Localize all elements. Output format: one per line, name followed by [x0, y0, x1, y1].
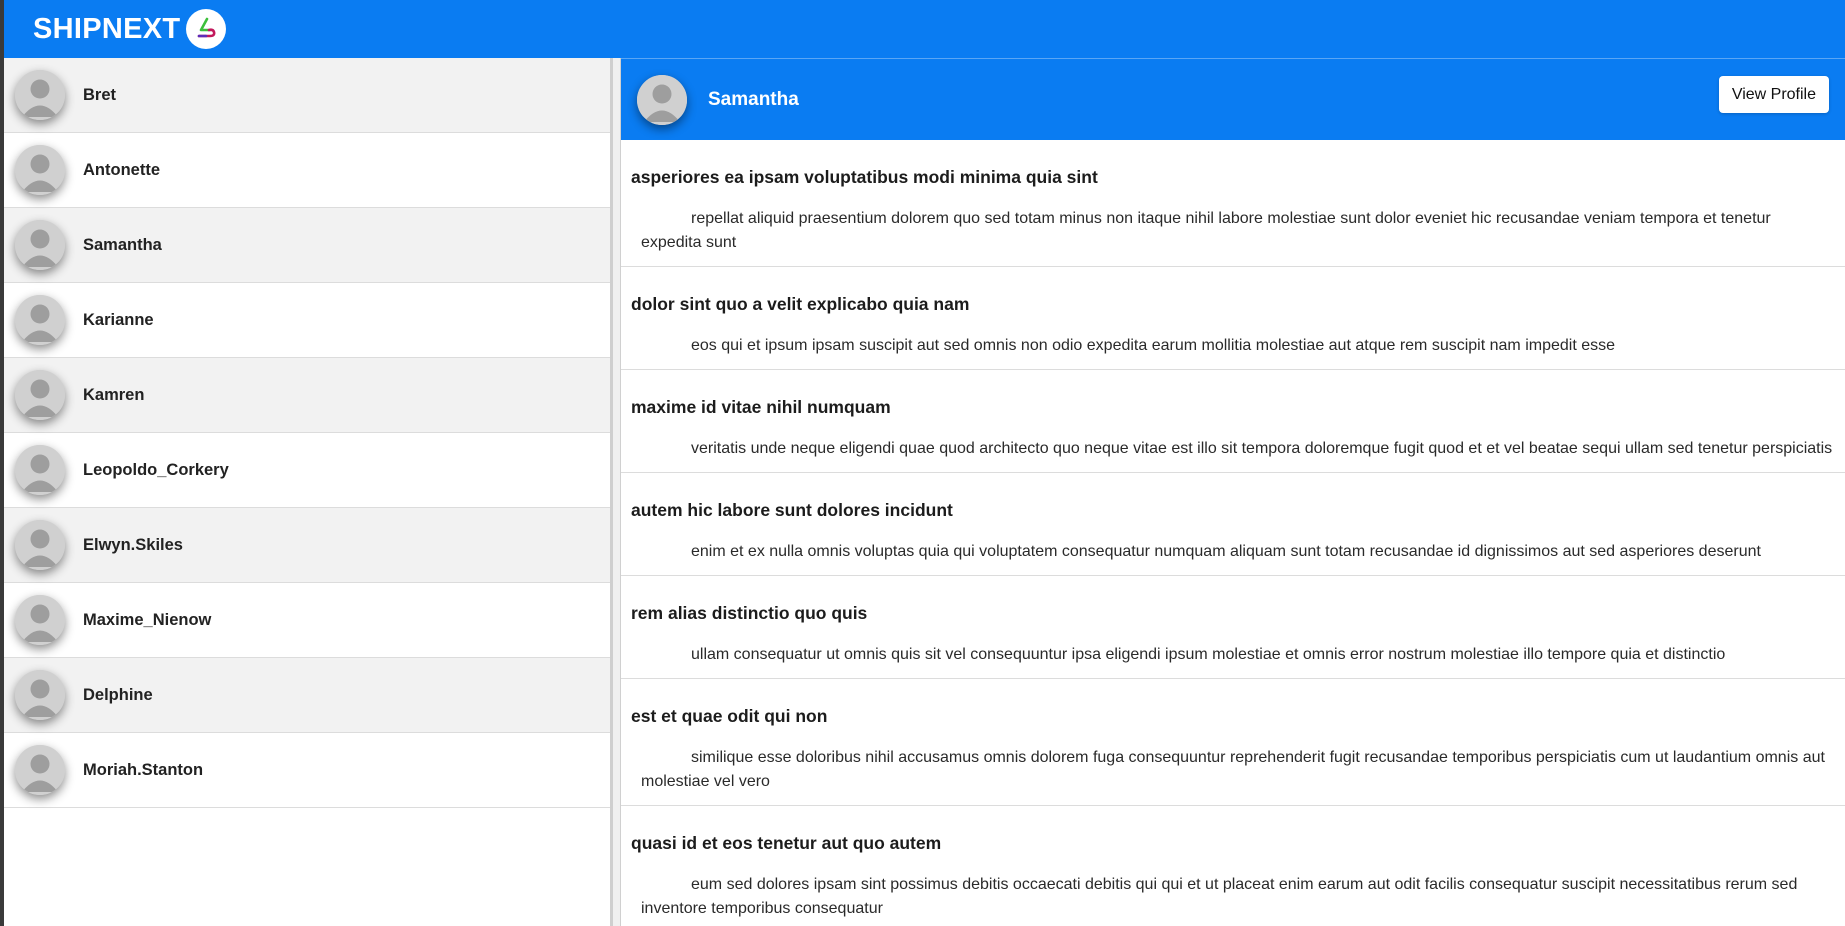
contact-name: Antonette [83, 160, 160, 179]
user-avatar-svg [15, 370, 65, 420]
user-avatar-icon [15, 220, 65, 270]
user-avatar-icon [15, 295, 65, 345]
shipnext-logo-icon[interactable] [186, 9, 227, 49]
user-avatar-svg [15, 520, 65, 570]
post-body: ullam consequatur ut omnis quis sit vel … [691, 646, 1726, 663]
post-body: eum sed dolores ipsam sint possimus debi… [641, 876, 1798, 917]
window-edge [0, 0, 4, 926]
contact-item[interactable]: Delphine [4, 658, 610, 733]
user-avatar-svg [15, 445, 65, 495]
view-profile-button[interactable]: View Profile [1718, 76, 1829, 113]
shipnext-logo-svg [198, 17, 216, 38]
splitter-handle[interactable] [610, 58, 613, 926]
post-title: quasi id et eos tenetur aut quo autem [631, 833, 942, 853]
contact-item[interactable]: Moriah.Stanton [4, 733, 610, 808]
top-navbar: SHIPNEXT [0, 0, 1845, 58]
post-item: est et quae odit qui non similique esse d… [621, 679, 1845, 806]
user-avatar-svg [15, 595, 65, 645]
post-item: quasi id et eos tenetur aut quo autem eum… [621, 806, 1845, 926]
contact-item[interactable]: Bret [4, 58, 610, 133]
user-avatar-icon [15, 370, 65, 420]
contact-name: Samantha [83, 235, 162, 254]
post-body: eos qui et ipsum ipsam suscipit aut sed … [691, 337, 1616, 354]
post-body: enim et ex nulla omnis voluptas quia qui… [691, 543, 1761, 560]
contact-item[interactable]: Leopoldo_Corkery [4, 433, 610, 508]
contact-item[interactable]: Kamren [4, 358, 610, 433]
user-avatar-icon [15, 670, 65, 720]
post-item: maxime id vitae nihil numquam veritatis u… [621, 370, 1845, 473]
brand-name[interactable]: SHIPNEXT [33, 13, 180, 46]
post-title: dolor sint quo a velit explicabo quia na… [631, 294, 970, 314]
user-avatar-icon [637, 74, 687, 125]
post-title: rem alias distinctio quo quis [631, 603, 868, 623]
pane-splitter[interactable] [610, 58, 620, 926]
user-avatar-icon [15, 445, 65, 495]
contact-item[interactable]: Samantha [4, 208, 610, 283]
contact-item[interactable]: Maxime_Nienow [4, 583, 610, 658]
chat-panel: Samantha View Profile asperiores ea ipsa… [620, 58, 1845, 926]
post-title: est et quae odit qui non [631, 706, 828, 726]
contact-item[interactable]: Elwyn.Skiles [4, 508, 610, 583]
post-body: similique esse doloribus nihil accusamus… [641, 749, 1825, 790]
contact-name: Leopoldo_Corkery [83, 460, 229, 479]
user-avatar-icon [15, 595, 65, 645]
contact-item[interactable]: Karianne [4, 283, 610, 358]
contact-name: Elwyn.Skiles [83, 535, 183, 554]
post-item: dolor sint quo a velit explicabo quia na… [621, 267, 1845, 370]
chat-header: Samantha View Profile [621, 58, 1845, 140]
user-avatar-svg [15, 70, 65, 120]
user-avatar-svg [15, 145, 65, 195]
user-avatar-svg [15, 670, 65, 720]
post-title: autem hic labore sunt dolores incidunt [631, 500, 953, 520]
post-item: rem alias distinctio quo quis ullam conse… [621, 576, 1845, 679]
contact-name: Kamren [83, 385, 145, 404]
user-avatar-svg [15, 295, 65, 345]
contact-name: Moriah.Stanton [83, 760, 204, 779]
brand[interactable]: SHIPNEXT [33, 9, 227, 49]
user-avatar-svg [15, 745, 65, 795]
contact-name: Karianne [83, 310, 154, 329]
post-title: asperiores ea ipsam voluptatibus modi mi… [631, 167, 1098, 187]
post-item: autem hic labore sunt dolores incidunt en… [621, 473, 1845, 576]
post-body: repellat aliquid praesentium dolorem quo… [641, 210, 1771, 251]
user-avatar-icon [15, 745, 65, 795]
contact-item[interactable]: Antonette [4, 133, 610, 208]
contacts-sidebar: Bret Antonette Samantha Karianne Kamren Leopo… [4, 58, 610, 926]
user-avatar-icon [15, 520, 65, 570]
user-avatar-svg [637, 74, 687, 125]
user-avatar-svg [15, 220, 65, 270]
post-item: asperiores ea ipsam voluptatibus modi mi… [621, 140, 1845, 267]
post-body: veritatis unde neque eligendi quae quod … [691, 440, 1833, 457]
user-avatar-icon [15, 70, 65, 120]
user-avatar-icon [15, 145, 65, 195]
chat-contact-name: Samantha [708, 88, 799, 110]
posts-list: asperiores ea ipsam voluptatibus modi mi… [621, 140, 1845, 926]
contact-name: Delphine [83, 685, 153, 704]
post-title: maxime id vitae nihil numquam [631, 397, 891, 417]
contact-name: Bret [83, 85, 117, 104]
contact-name: Maxime_Nienow [83, 610, 212, 629]
